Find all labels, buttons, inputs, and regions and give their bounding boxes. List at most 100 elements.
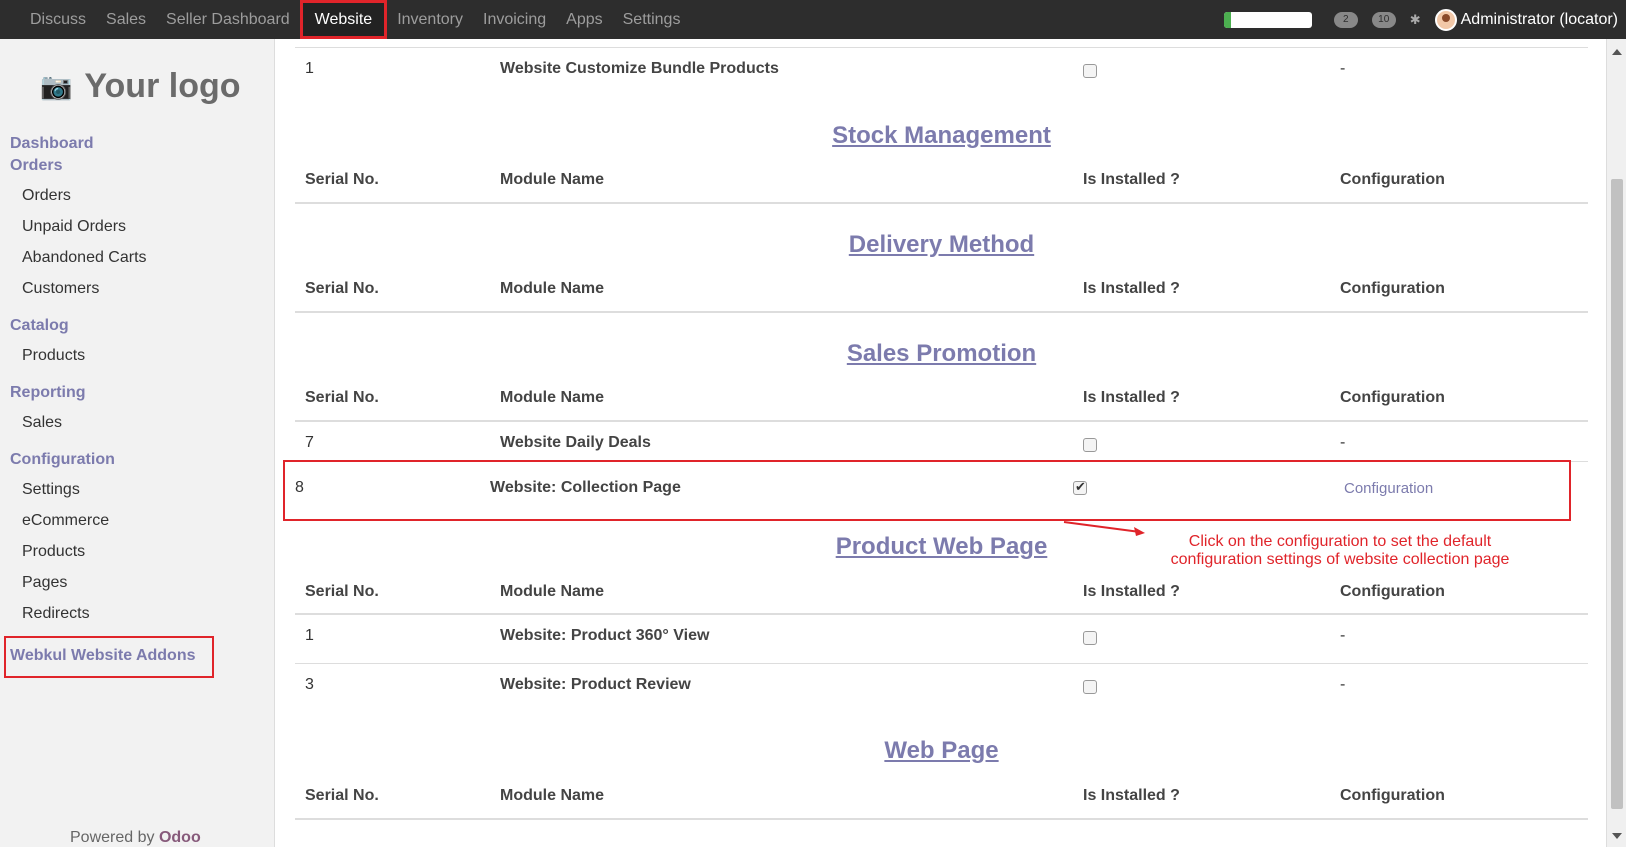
header-module: Module Name: [500, 583, 605, 600]
sidebar-dashboard[interactable]: Dashboard: [10, 135, 94, 153]
row-divider: [295, 663, 1588, 664]
sidebar-section-orders[interactable]: Orders: [10, 157, 62, 175]
header-module: Module Name: [500, 787, 605, 804]
divider: [295, 47, 1588, 48]
odoo-link[interactable]: Odoo: [159, 829, 201, 846]
menu-inventory[interactable]: Inventory: [387, 0, 473, 39]
sidebar-section-configuration[interactable]: Configuration: [10, 451, 115, 469]
menu-apps[interactable]: Apps: [556, 0, 612, 39]
sidebar-item-orders[interactable]: Orders: [22, 187, 71, 205]
configuration-cell: -: [1340, 60, 1346, 77]
sidebar-item-settings[interactable]: Settings: [22, 481, 80, 499]
configuration-cell: -: [1340, 627, 1346, 644]
section-title-stock[interactable]: Stock Management: [295, 122, 1588, 150]
header-configuration: Configuration: [1340, 171, 1445, 188]
menu-settings[interactable]: Settings: [613, 0, 691, 39]
top-navbar: Discuss Sales Seller Dashboard Website I…: [0, 0, 1626, 39]
header-installed: Is Installed ?: [1083, 583, 1180, 600]
header-installed: Is Installed ?: [1083, 171, 1180, 188]
header-serial: Serial No.: [305, 787, 379, 804]
installed-checkbox[interactable]: [1083, 64, 1097, 78]
section-title-product-page[interactable]: Product Web Page: [295, 533, 1588, 561]
configuration-cell: -: [1340, 676, 1346, 693]
header-module: Module Name: [500, 280, 605, 297]
bug-icon[interactable]: ✱: [1410, 12, 1421, 28]
sidebar-item-ecommerce[interactable]: eCommerce: [22, 512, 109, 530]
installed-checkbox[interactable]: [1073, 479, 1087, 495]
sidebar-item-customers[interactable]: Customers: [22, 280, 99, 298]
installed-checkbox[interactable]: [1083, 631, 1097, 645]
section-title-promotion[interactable]: Sales Promotion: [295, 340, 1588, 368]
sidebar-item-config-products[interactable]: Products: [22, 543, 85, 561]
installed-checkbox[interactable]: [1083, 438, 1097, 452]
module-name-cell: Website: Product 360° View: [500, 627, 710, 644]
powered-by: Powered by Odoo: [70, 829, 201, 847]
scrollbar-thumb[interactable]: [1611, 179, 1623, 809]
chat-icon[interactable]: 2: [1333, 11, 1358, 28]
module-name-cell: Website: Product Review: [500, 676, 691, 693]
header-module: Module Name: [500, 171, 605, 188]
sidebar-item-abandoned-carts[interactable]: Abandoned Carts: [22, 249, 147, 267]
logo-text: Your logo: [84, 67, 241, 105]
configuration-cell: -: [1340, 434, 1346, 451]
configuration-link[interactable]: Configuration: [1344, 480, 1433, 497]
header-module: Module Name: [500, 389, 605, 406]
sidebar-item-redirects[interactable]: Redirects: [22, 605, 90, 623]
module-name-cell: Website Daily Deals: [500, 434, 651, 451]
sidebar-item-label: eCommerce: [22, 512, 110, 529]
serial-cell: 3: [305, 676, 314, 693]
header-divider: [295, 311, 1588, 313]
header-installed: Is Installed ?: [1083, 280, 1180, 297]
sidebar-section-reporting[interactable]: Reporting: [10, 384, 86, 402]
vertical-scrollbar[interactable]: [1606, 39, 1626, 847]
header-configuration: Configuration: [1340, 583, 1445, 600]
header-divider: [295, 420, 1588, 422]
scroll-up-icon[interactable]: [1612, 49, 1622, 55]
header-divider: [295, 613, 1588, 615]
serial-cell: 1: [305, 60, 314, 77]
company-logo: 📷 Your logo: [40, 67, 241, 106]
menu-sales[interactable]: Sales: [96, 0, 156, 39]
serial-cell: 7: [305, 434, 314, 451]
header-configuration: Configuration: [1340, 280, 1445, 297]
camera-icon: 📷: [40, 71, 73, 101]
header-installed: Is Installed ?: [1083, 389, 1180, 406]
sidebar-item-pages[interactable]: Pages: [22, 574, 67, 592]
installed-checkbox[interactable]: [1083, 680, 1097, 694]
module-name-cell: Website: Collection Page: [490, 479, 681, 496]
menu-website[interactable]: Website: [299, 0, 388, 39]
header-serial: Serial No.: [305, 583, 379, 600]
avatar[interactable]: [1434, 8, 1457, 31]
sidebar-item-webkul-addons[interactable]: Webkul Website Addons: [10, 647, 196, 665]
menu-discuss[interactable]: Discuss: [20, 0, 96, 39]
messages-icon[interactable]: 10: [1371, 11, 1396, 28]
header-configuration: Configuration: [1340, 389, 1445, 406]
header-configuration: Configuration: [1340, 787, 1445, 804]
section-title-web-page[interactable]: Web Page: [295, 737, 1588, 765]
menu-invoicing[interactable]: Invoicing: [473, 0, 556, 39]
menu-seller-dashboard[interactable]: Seller Dashboard: [156, 0, 300, 39]
module-name-cell: Website Customize Bundle Products: [500, 60, 779, 77]
header-serial: Serial No.: [305, 389, 379, 406]
user-menu[interactable]: Administrator (locator): [1461, 11, 1618, 29]
sidebar-item-label: Products: [22, 543, 86, 560]
powered-by-text: Powered by: [70, 829, 155, 846]
header-serial: Serial No.: [305, 171, 379, 188]
sidebar-section-catalog[interactable]: Catalog: [10, 317, 69, 335]
chat-count: 2: [1333, 11, 1358, 28]
app-menu: Discuss Sales Seller Dashboard Website I…: [20, 0, 690, 39]
section-title-delivery[interactable]: Delivery Method: [295, 231, 1588, 259]
header-installed: Is Installed ?: [1083, 787, 1180, 804]
sidebar-item-unpaid-orders[interactable]: Unpaid Orders: [22, 218, 126, 236]
sidebar-item-products[interactable]: Products: [22, 347, 85, 365]
serial-cell: 8: [295, 479, 304, 496]
scroll-down-icon[interactable]: [1612, 833, 1622, 839]
progress-bar: [1223, 11, 1312, 28]
header-divider: [295, 202, 1588, 204]
message-count: 10: [1371, 11, 1396, 28]
serial-cell: 1: [305, 627, 314, 644]
sidebar-item-sales[interactable]: Sales: [22, 414, 62, 432]
header-divider: [295, 818, 1588, 820]
progress-fill: [1223, 11, 1231, 28]
header-serial: Serial No.: [305, 280, 379, 297]
